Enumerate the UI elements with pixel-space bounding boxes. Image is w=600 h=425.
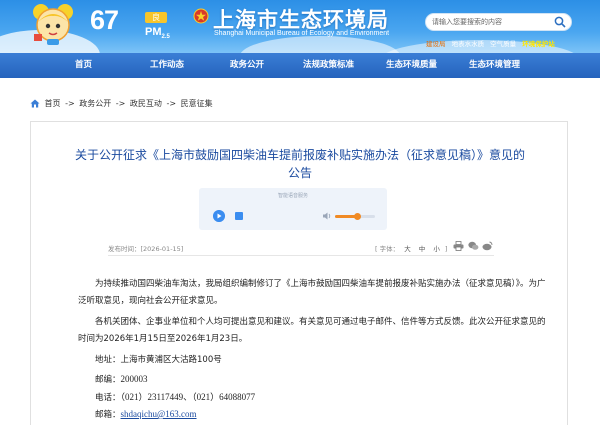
nav-item-home[interactable]: 首页: [75, 53, 92, 78]
breadcrumb-separator: ->: [115, 99, 126, 108]
breadcrumb-separator: ->: [65, 99, 75, 108]
font-size-control: [ 字体： 大 中 小 ]: [375, 243, 447, 253]
mascot-icon: [33, 4, 73, 45]
print-icon[interactable]: [453, 241, 464, 251]
pm-label: PM2.5: [145, 26, 170, 40]
volume-knob[interactable]: [354, 213, 361, 220]
contact-email: 邮箱：shdaqichu@163.com: [78, 406, 197, 424]
zip-label: 邮编：: [95, 375, 121, 385]
breadcrumb: 首页 -> 政务公开 -> 政民互动 -> 民意征集: [30, 98, 213, 109]
breadcrumb-separator: ->: [166, 99, 177, 108]
emblem-icon: [193, 8, 209, 24]
volume-slider[interactable]: [335, 213, 375, 220]
search-box: [425, 13, 572, 31]
aqi-level-badge: 良: [145, 12, 167, 23]
pm-sub: 2.5: [161, 34, 170, 41]
audio-label: 智能语音服务: [277, 193, 308, 199]
home-icon: [30, 99, 40, 108]
volume-icon[interactable]: [322, 211, 332, 221]
play-icon[interactable]: [213, 210, 225, 222]
article-title: 关于公开征求《上海市鼓励国四柴油车提前报废补贴实施办法（征求意见稿）》意见的公告: [75, 148, 526, 180]
wechat-icon[interactable]: [468, 241, 479, 251]
email-label: 邮箱：: [95, 410, 121, 420]
quick-links: 建设局 地表水水质 空气质量 环境保护站: [426, 38, 559, 48]
zip-value: 200003: [120, 374, 148, 384]
aqi-value: 67: [90, 5, 119, 35]
nav-item-env-management[interactable]: 生态环境管理: [469, 53, 520, 78]
header-cloud: [240, 36, 400, 53]
email-link[interactable]: shdaqichu@163.com: [121, 409, 197, 419]
nav-item-gov-affairs[interactable]: 政务公开: [230, 53, 264, 78]
site-header: 67 良 PM2.5 上海市生态环境局 Shanghai Municipal B…: [0, 0, 600, 53]
quick-link-air-quality[interactable]: 空气质量: [490, 40, 516, 48]
phone-value: （021）23117449、（021）64088077: [120, 392, 256, 402]
audio-player: 智能语音服务: [199, 188, 387, 230]
quick-link-env-station[interactable]: 环境保护站: [522, 40, 555, 48]
quick-link-construction[interactable]: 建设局: [426, 40, 446, 48]
weibo-icon[interactable]: [482, 241, 493, 251]
quick-link-water-quality[interactable]: 地表水水质: [452, 40, 485, 48]
breadcrumb-home[interactable]: 首页: [45, 99, 61, 108]
font-size-medium[interactable]: 中: [419, 245, 426, 253]
address-value: 上海市黄浦区大沽路100号: [120, 355, 222, 365]
font-size-large[interactable]: 大: [404, 245, 411, 253]
nav-item-regulations[interactable]: 法规政策标准: [303, 53, 354, 78]
publish-date: 发布时间：[2026-01-15]: [108, 245, 184, 253]
nav-item-env-quality[interactable]: 生态环境质量: [386, 53, 437, 78]
breadcrumb-gov-affairs[interactable]: 政务公开: [79, 99, 111, 108]
main-nav: 首页 工作动态 政务公开 法规政策标准 生态环境质量 生态环境管理: [0, 53, 600, 78]
contact-zip: 邮编：200003: [78, 371, 148, 389]
address-label: 地址：: [95, 355, 121, 365]
phone-label: 电话：: [95, 393, 121, 403]
contact-phone: 电话：（021）23117449、（021）64088077: [78, 389, 255, 407]
stop-icon[interactable]: [235, 212, 243, 220]
font-size-close: ]: [444, 245, 448, 253]
article-paragraph-2: 各机关团体、企事业单位和个人均可提出意见和建议。有关意见可通过电子邮件、信件等方…: [78, 317, 546, 344]
pm-text: PM: [145, 26, 162, 38]
contact-address: 地址：上海市黄浦区大沽路100号: [78, 352, 222, 369]
article-paragraph-1: 为持续推动国四柴油车淘汰，我局组织编制修订了《上海市鼓励国四柴油车提前报废补贴实…: [78, 279, 546, 306]
search-input[interactable]: [432, 14, 550, 30]
nav-item-work-news[interactable]: 工作动态: [150, 53, 184, 78]
breadcrumb-opinion-collection[interactable]: 民意征集: [181, 99, 213, 108]
meta-divider: [108, 255, 494, 256]
site-subtitle: Shanghai Municipal Bureau of Ecology and…: [214, 30, 390, 37]
font-size-small[interactable]: 小: [433, 245, 440, 253]
breadcrumb-interaction[interactable]: 政民互动: [130, 99, 162, 108]
font-size-label: [ 字体：: [375, 245, 400, 253]
search-icon[interactable]: [554, 16, 566, 28]
